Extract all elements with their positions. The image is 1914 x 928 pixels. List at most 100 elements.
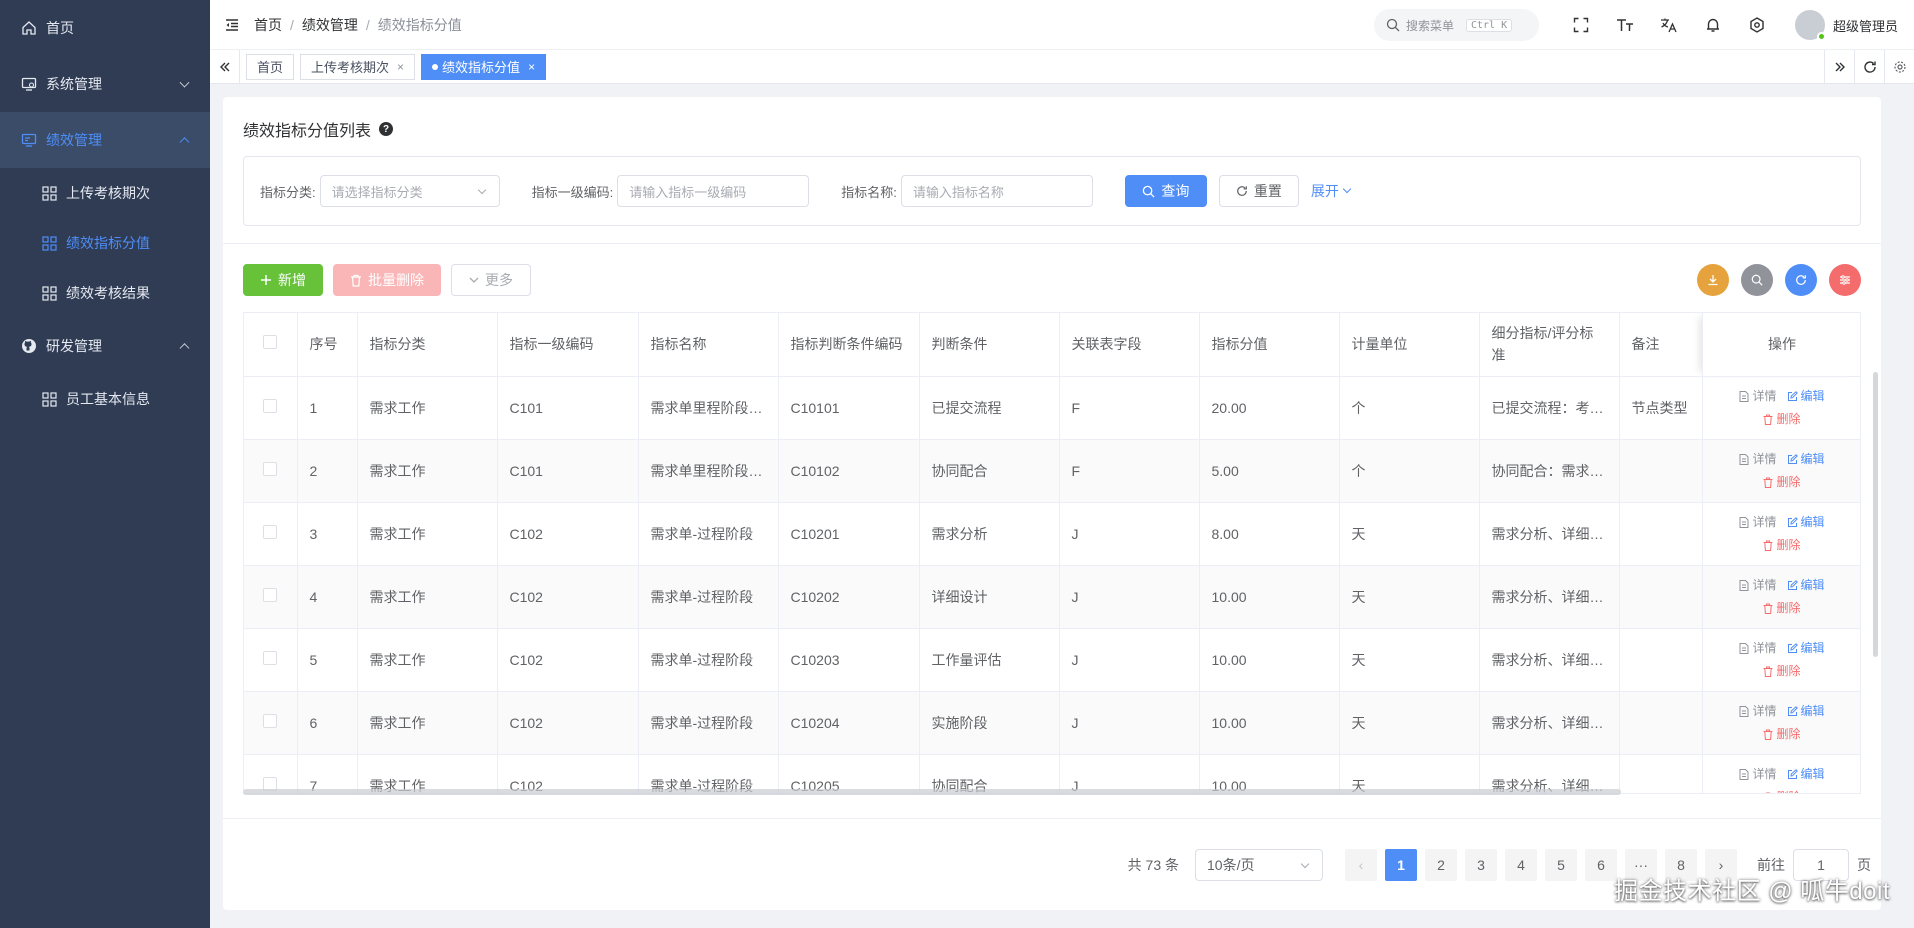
category-select[interactable]: 请选择指标分类 bbox=[319, 175, 500, 207]
detail-link[interactable]: 详情 bbox=[1739, 385, 1777, 408]
table-row[interactable]: 3 需求工作 C102 需求单-过程阶段 C10201 需求分析 J 8.00 天需求分析、详细… bbox=[244, 502, 1860, 566]
page-button[interactable]: 1 bbox=[1385, 849, 1417, 881]
more-button[interactable]: 更多 bbox=[451, 264, 531, 296]
detail-link[interactable]: 详情 bbox=[1739, 700, 1777, 723]
sidebar: 首页 系统管理 绩效管理 上传考核期次 绩效指标分值 绩效考核结果 研发管理 员… bbox=[0, 0, 210, 928]
expand-link[interactable]: 展开 bbox=[1311, 181, 1352, 201]
edit-link[interactable]: 编辑 bbox=[1787, 574, 1825, 597]
row-checkbox[interactable] bbox=[263, 588, 278, 602]
table-row[interactable]: 1 需求工作 C101 需求单里程阶段… C10101 已提交流程 F 20.00 个已提交流程… bbox=[244, 376, 1860, 440]
table-row[interactable]: 6 需求工作 C102 需求单-过程阶段 C10204 实施阶段 J 10.00 天需求分析、详… bbox=[244, 691, 1860, 755]
table-cell: 1 bbox=[297, 376, 358, 440]
detail-link[interactable]: 详情 bbox=[1739, 637, 1777, 660]
detail-link[interactable]: 详情 bbox=[1739, 574, 1777, 597]
columns-settings-icon[interactable] bbox=[1829, 264, 1861, 296]
font-size-icon[interactable] bbox=[1615, 15, 1635, 35]
delete-link[interactable]: 删除 bbox=[1763, 471, 1801, 494]
page-button[interactable]: 2 bbox=[1425, 849, 1457, 881]
breadcrumb-home[interactable]: 首页 bbox=[254, 15, 282, 35]
page-button[interactable]: 5 bbox=[1545, 849, 1577, 881]
code-input[interactable]: 请输入指标一级编码 bbox=[617, 175, 810, 207]
table-row[interactable]: 5 需求工作 C102 需求单-过程阶段 C10203 工作量评估 J 10.00 天需求分析、… bbox=[244, 628, 1860, 692]
detail-label: 详情 bbox=[1752, 703, 1777, 718]
table-row[interactable]: 2 需求工作 C101 需求单里程阶段… C10102 协同配合 F 5.00 个协同配合：需求… bbox=[244, 439, 1860, 503]
delete-link[interactable]: 删除 bbox=[1763, 597, 1801, 620]
edit-label: 编辑 bbox=[1800, 577, 1825, 592]
edit-link[interactable]: 编辑 bbox=[1787, 763, 1825, 786]
sidebar-item-performance[interactable]: 绩效管理 bbox=[0, 112, 210, 168]
monitor-icon bbox=[20, 131, 38, 149]
scroll-left-icon[interactable] bbox=[210, 49, 240, 84]
sidebar-item-home[interactable]: 首页 bbox=[0, 0, 210, 56]
edit-link[interactable]: 编辑 bbox=[1787, 511, 1825, 534]
translate-icon[interactable] bbox=[1659, 15, 1679, 35]
page-size-select[interactable]: 10条/页 bbox=[1195, 849, 1323, 881]
row-checkbox[interactable] bbox=[263, 651, 278, 665]
code-label: 指标一级编码: bbox=[531, 184, 614, 200]
page-button[interactable]: 4 bbox=[1505, 849, 1537, 881]
horizontal-scrollbar[interactable] bbox=[243, 789, 1621, 795]
sidebar-item-assessment-result[interactable]: 绩效考核结果 bbox=[0, 268, 210, 318]
refresh-icon[interactable] bbox=[1785, 264, 1817, 296]
close-icon[interactable]: × bbox=[528, 60, 535, 74]
sidebar-item-upload-period[interactable]: 上传考核期次 bbox=[0, 168, 210, 218]
tab-upload-period[interactable]: 上传考核期次 × bbox=[300, 53, 416, 80]
help-icon[interactable]: ? bbox=[379, 122, 394, 136]
menu-search[interactable]: 搜索菜单 Ctrl K bbox=[1373, 9, 1539, 41]
table-cell: 天 bbox=[1339, 754, 1480, 793]
search-icon[interactable] bbox=[1741, 264, 1773, 296]
refresh-icon[interactable] bbox=[1854, 50, 1884, 84]
batch-delete-button[interactable]: 批量删除 bbox=[333, 264, 441, 296]
close-icon[interactable]: × bbox=[397, 60, 404, 74]
delete-link[interactable]: 删除 bbox=[1763, 723, 1801, 746]
edit-link[interactable]: 编辑 bbox=[1787, 448, 1825, 471]
table-cell: 4 bbox=[297, 565, 358, 629]
vertical-scrollbar[interactable] bbox=[1873, 372, 1878, 657]
edit-link[interactable]: 编辑 bbox=[1787, 637, 1825, 660]
detail-link[interactable]: 详情 bbox=[1739, 511, 1777, 534]
delete-link[interactable]: 删除 bbox=[1763, 786, 1801, 793]
username[interactable]: 超级管理员 bbox=[1833, 16, 1898, 35]
reset-button[interactable]: 重置 bbox=[1218, 175, 1299, 207]
bell-icon[interactable] bbox=[1703, 15, 1723, 35]
detail-link[interactable]: 详情 bbox=[1739, 448, 1777, 471]
delete-link[interactable]: 删除 bbox=[1763, 660, 1801, 683]
grid-icon bbox=[40, 184, 58, 202]
table-cell: 10.00 bbox=[1199, 691, 1340, 755]
page-button[interactable]: 3 bbox=[1465, 849, 1497, 881]
tab-indicator-score[interactable]: 绩效指标分值 × bbox=[421, 53, 547, 80]
gear-icon[interactable] bbox=[1884, 50, 1914, 84]
edit-link[interactable]: 编辑 bbox=[1787, 700, 1825, 723]
delete-link[interactable]: 删除 bbox=[1763, 534, 1801, 557]
sidebar-item-indicator-score[interactable]: 绩效指标分值 bbox=[0, 218, 210, 268]
edit-link[interactable]: 编辑 bbox=[1787, 385, 1825, 408]
row-checkbox[interactable] bbox=[263, 462, 278, 476]
fullscreen-icon[interactable] bbox=[1571, 15, 1591, 35]
page-button[interactable]: 6 bbox=[1585, 849, 1617, 881]
delete-link[interactable]: 删除 bbox=[1763, 408, 1801, 431]
row-checkbox[interactable] bbox=[263, 714, 278, 728]
query-button[interactable]: 查询 bbox=[1124, 175, 1207, 207]
table-cell: C10202 bbox=[778, 565, 920, 629]
scroll-right-icon[interactable] bbox=[1824, 50, 1854, 84]
sidebar-item-system[interactable]: 系统管理 bbox=[0, 56, 210, 112]
row-checkbox[interactable] bbox=[263, 399, 278, 413]
document-icon bbox=[1739, 453, 1752, 465]
sidebar-item-employee-info[interactable]: 员工基本信息 bbox=[0, 374, 210, 424]
row-checkbox[interactable] bbox=[263, 525, 278, 539]
prev-page-button[interactable]: ‹ bbox=[1345, 849, 1377, 881]
download-icon[interactable] bbox=[1697, 264, 1729, 296]
breadcrumb-performance[interactable]: 绩效管理 bbox=[302, 15, 358, 35]
settings-icon[interactable] bbox=[1747, 15, 1767, 35]
table-row[interactable]: 4 需求工作 C102 需求单-过程阶段 C10202 详细设计 J 10.00 天需求分析、详… bbox=[244, 565, 1860, 629]
sidebar-item-rd[interactable]: 研发管理 bbox=[0, 318, 210, 374]
menu-fold-icon[interactable] bbox=[224, 17, 240, 33]
select-all-checkbox[interactable] bbox=[263, 335, 278, 350]
detail-link[interactable]: 详情 bbox=[1739, 763, 1777, 786]
tab-home[interactable]: 首页 bbox=[246, 53, 295, 80]
add-button[interactable]: 新增 bbox=[243, 264, 323, 296]
avatar[interactable] bbox=[1794, 10, 1826, 41]
name-input[interactable]: 请输入指标名称 bbox=[900, 175, 1093, 207]
delete-label: 删除 bbox=[1776, 663, 1801, 678]
table-row[interactable]: 7 需求工作 C102 需求单-过程阶段 C10205 协同配合 J 10.00 天需求分析、详… bbox=[244, 754, 1860, 793]
